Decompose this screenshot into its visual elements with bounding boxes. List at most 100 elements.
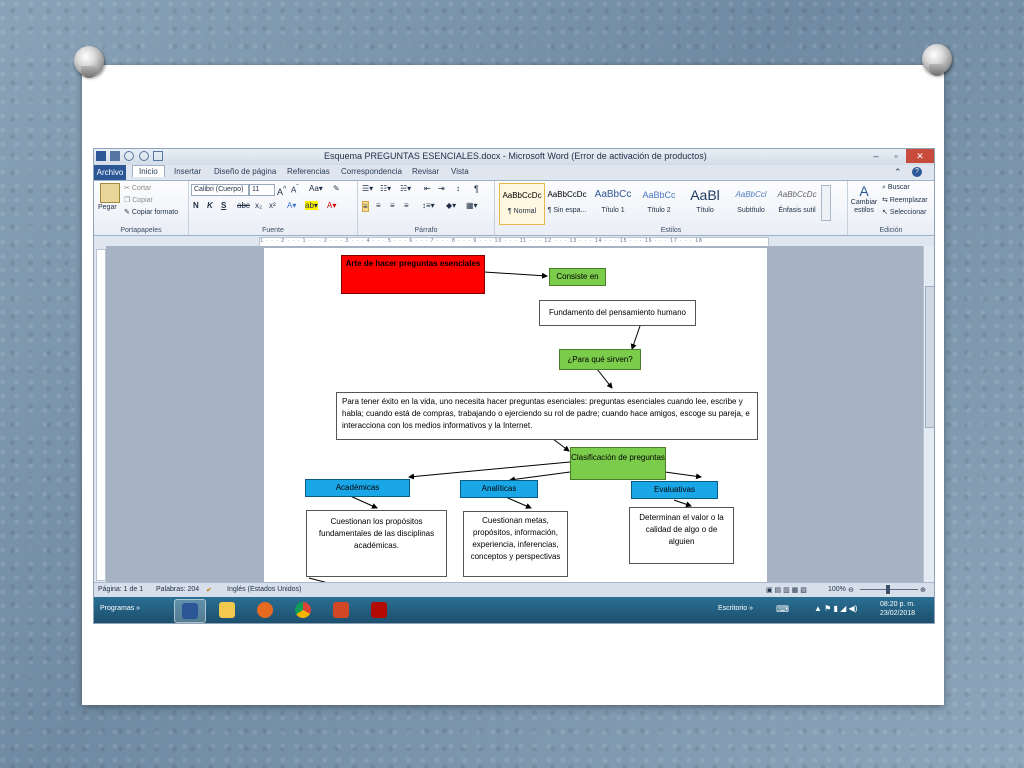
language-indicator[interactable]: Inglés (Estados Unidos) <box>227 586 301 593</box>
analiticas-node[interactable]: Analíticas <box>460 480 538 498</box>
tab-diseno-pagina[interactable]: Diseño de página <box>214 167 276 176</box>
vertical-ruler[interactable] <box>96 249 106 581</box>
consiste-node[interactable]: Consiste en <box>549 268 606 286</box>
parrafo-node[interactable]: Para tener éxito en la vida, uno necesit… <box>336 392 758 440</box>
font-color-icon[interactable]: A▾ <box>327 201 336 210</box>
taskbar-word[interactable] <box>174 599 206 623</box>
change-styles-button[interactable]: A Cambiar estilos <box>850 183 878 215</box>
page-count[interactable]: Página: 1 de 1 <box>98 586 143 593</box>
sort-icon[interactable]: ↕ <box>456 184 460 193</box>
style-subtitulo[interactable]: AaBbCcl Subtítulo <box>729 183 773 223</box>
taskbar-powerpoint[interactable] <box>326 599 356 621</box>
cut-button[interactable]: ✂ Cortar <box>124 184 151 192</box>
tab-insertar[interactable]: Insertar <box>174 167 201 176</box>
bullets-icon[interactable]: ☰▾ <box>362 184 373 193</box>
taskbar-explorer[interactable] <box>212 599 242 621</box>
style-sin-espaciado[interactable]: AaBbCcDc ¶ Sin espa... <box>545 183 589 223</box>
copy-button[interactable]: ❐ Copiar <box>124 196 153 204</box>
bold-button[interactable]: N <box>193 201 199 210</box>
ribbon-minimize-icon[interactable]: ⌃ <box>894 167 902 178</box>
style-sample: AaBbCc <box>642 190 676 200</box>
paste-button[interactable]: Pegar <box>98 204 117 211</box>
show-marks-button[interactable]: ¶ <box>474 184 479 194</box>
zoom-level[interactable]: 100% <box>828 586 846 593</box>
zoom-in-icon[interactable]: ⊕ <box>920 586 926 594</box>
tab-vista[interactable]: Vista <box>451 167 469 176</box>
keyboard-icon[interactable]: ⌨ <box>776 604 789 615</box>
tab-inicio[interactable]: Inicio <box>132 165 165 177</box>
zoom-slider-thumb[interactable] <box>886 585 890 594</box>
tray-icons[interactable]: ▲ ⚑ ▮ ◢ ◀) <box>814 604 857 613</box>
find-button[interactable]: ⌕ Buscar <box>882 184 910 192</box>
font-size-select[interactable]: 11 <box>249 184 275 196</box>
help-icon[interactable]: ? <box>912 167 922 177</box>
italic-button[interactable]: K <box>207 201 213 210</box>
academicas-node[interactable]: Académicas <box>305 479 410 497</box>
font-name-select[interactable]: Calibri (Cuerpo) <box>191 184 249 196</box>
programs-button[interactable]: Programas » <box>100 605 140 612</box>
word-count[interactable]: Palabras: 204 <box>156 586 199 593</box>
style-titulo[interactable]: AaBl Título <box>683 183 727 223</box>
tab-revisar[interactable]: Revisar <box>412 167 439 176</box>
scroll-thumb[interactable] <box>925 286 934 428</box>
subscript-icon[interactable]: x₂ <box>255 201 262 210</box>
maximize-button[interactable]: ▫ <box>886 149 906 163</box>
clock[interactable]: 08:20 p. m. 23/02/2018 <box>880 600 915 618</box>
academicas-desc-node[interactable]: Cuestionan los propósitos fundamentales … <box>306 510 447 577</box>
analiticas-desc-node[interactable]: Cuestionan metas, propósitos, informació… <box>463 511 568 577</box>
undo-icon[interactable] <box>124 151 135 161</box>
styles-scroll-icon[interactable] <box>821 185 831 221</box>
format-painter-button[interactable]: ✎ Copiar formato <box>124 208 178 216</box>
fundamento-node[interactable]: Fundamento del pensamiento humano <box>539 300 696 326</box>
justify-icon[interactable]: ≡ <box>404 201 409 210</box>
zoom-out-icon[interactable]: ⊖ <box>848 586 854 594</box>
line-spacing-icon[interactable]: ↕≡▾ <box>422 201 435 210</box>
shrink-font-icon[interactable]: Aˇ <box>291 184 299 195</box>
evaluativas-desc-node[interactable]: Determinan el valor o la calidad de algo… <box>629 507 734 564</box>
align-center-icon[interactable]: ≡ <box>376 201 381 210</box>
decrease-indent-icon[interactable]: ⇤ <box>424 184 431 193</box>
style-enfasis-sutil[interactable]: AaBbCcDc Énfasis sutil <box>775 183 819 223</box>
close-button[interactable]: ✕ <box>906 149 934 163</box>
multilevel-list-icon[interactable]: ☵▾ <box>400 184 411 193</box>
change-case-icon[interactable]: Aa▾ <box>309 184 323 193</box>
redo-icon[interactable] <box>138 151 149 161</box>
increase-indent-icon[interactable]: ⇥ <box>438 184 445 193</box>
superscript-icon[interactable]: x² <box>269 201 276 210</box>
tab-correspondencia[interactable]: Correspondencia <box>341 167 402 176</box>
style-titulo-2[interactable]: AaBbCc Título 2 <box>637 183 681 223</box>
para-que-node[interactable]: ¿Para qué sirven? <box>559 349 641 370</box>
taskbar-chrome[interactable] <box>288 599 318 621</box>
grow-font-icon[interactable]: A^ <box>277 184 287 197</box>
print-preview-icon[interactable] <box>152 151 163 161</box>
align-right-icon[interactable]: ≡ <box>390 201 395 210</box>
view-buttons[interactable]: ▣ ▤ ▥ ▦ ▧ <box>766 586 807 594</box>
taskbar-acrobat[interactable] <box>364 599 394 621</box>
clear-format-icon[interactable]: ✎ <box>333 184 340 193</box>
minimize-button[interactable]: – <box>866 149 886 163</box>
replace-button[interactable]: ⇆ Reemplazar <box>882 196 928 204</box>
vertical-scrollbar[interactable] <box>923 246 934 582</box>
paste-icon[interactable] <box>100 183 120 203</box>
borders-icon[interactable]: ▦▾ <box>466 201 478 210</box>
strikethrough-icon[interactable]: abc <box>237 201 250 210</box>
tab-referencias[interactable]: Referencias <box>287 167 330 176</box>
shading-icon[interactable]: ◆▾ <box>446 201 456 210</box>
highlight-icon[interactable]: ab▾ <box>305 201 318 210</box>
style-normal[interactable]: AaBbCcDc ¶ Normal <box>499 183 545 225</box>
taskbar-firefox[interactable] <box>250 599 280 621</box>
text-effects-icon[interactable]: A▾ <box>287 201 296 210</box>
select-button[interactable]: ↖ Seleccionar <box>882 208 926 216</box>
align-left-icon[interactable]: ≡ <box>362 201 369 212</box>
style-titulo-1[interactable]: AaBbCc Título 1 <box>591 183 635 223</box>
desktop-toolbar[interactable]: Escritorio » <box>718 605 753 612</box>
save-icon[interactable] <box>110 151 121 161</box>
document-page[interactable]: Arte de hacer preguntas esenciales Consi… <box>264 248 767 582</box>
numbering-icon[interactable]: ☷▾ <box>380 184 391 193</box>
root-node[interactable]: Arte de hacer preguntas esenciales <box>341 255 485 294</box>
evaluativas-node[interactable]: Evaluativas <box>631 481 718 499</box>
underline-button[interactable]: S <box>221 201 226 210</box>
tab-archivo[interactable]: Archivo <box>94 165 126 180</box>
proofing-icon[interactable]: ✔ <box>206 586 212 594</box>
clasificacion-node[interactable]: Clasificación de preguntas <box>570 447 666 480</box>
